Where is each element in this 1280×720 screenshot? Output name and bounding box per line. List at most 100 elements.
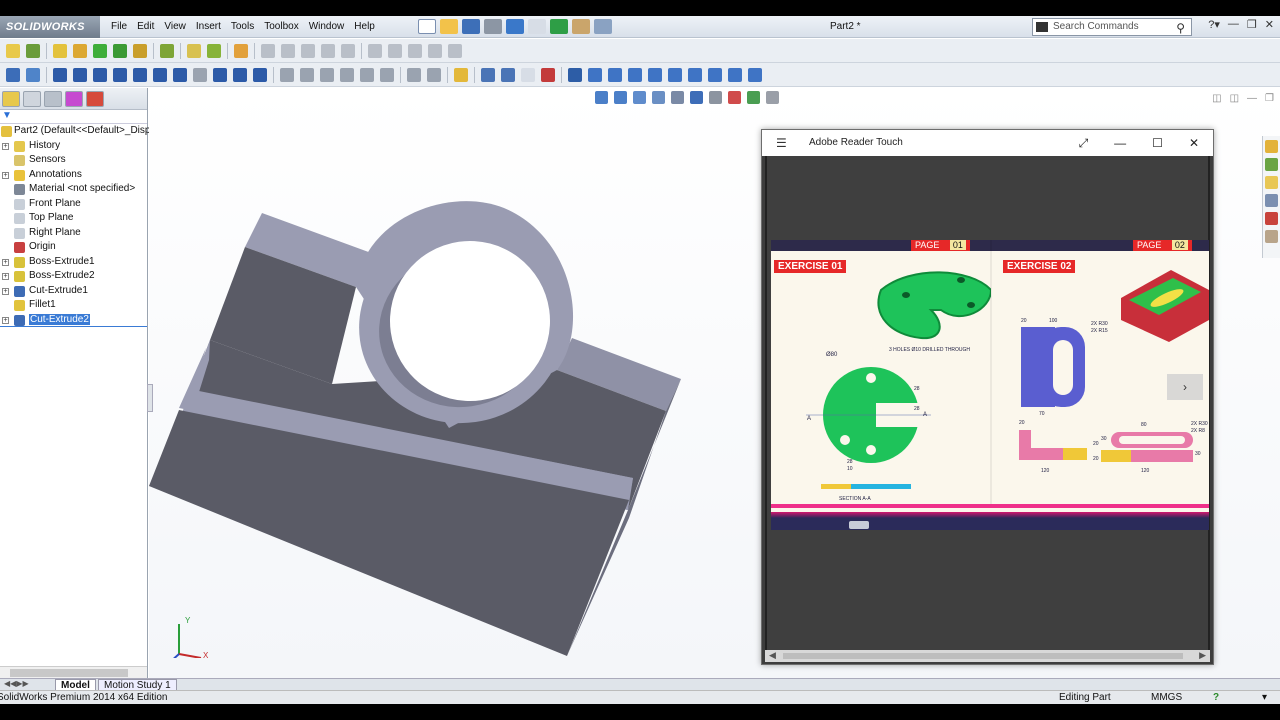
- boss-extrude-icon[interactable]: [53, 43, 67, 58]
- tree-item-boss-extrude1[interactable]: + Boss-Extrude1: [0, 255, 147, 270]
- adobe-scrollbar-thumb[interactable]: [783, 653, 1183, 659]
- open-icon[interactable]: [26, 43, 40, 58]
- solidworks-logo[interactable]: SOLIDWORKS: [0, 16, 100, 38]
- appearances-icon[interactable]: [1265, 212, 1278, 225]
- edit-appearance-icon[interactable]: [728, 91, 741, 104]
- close-icon[interactable]: ✕: [1265, 18, 1274, 31]
- slot-icon[interactable]: [93, 67, 107, 82]
- design-library-icon[interactable]: [1265, 158, 1278, 171]
- view-palette-icon[interactable]: [1265, 194, 1278, 207]
- point-icon[interactable]: [213, 67, 227, 82]
- scroll-left-icon[interactable]: ◀: [769, 650, 776, 661]
- expand-toggle-icon[interactable]: +: [2, 316, 9, 324]
- expand-toggle-icon[interactable]: +: [2, 142, 9, 150]
- bottom-view-icon[interactable]: [688, 67, 702, 82]
- undo-icon[interactable]: [506, 19, 524, 34]
- adobe-close-icon[interactable]: ✕: [1189, 130, 1199, 156]
- chamfer-icon[interactable]: [281, 43, 295, 58]
- hide-show-items-icon[interactable]: [709, 91, 722, 104]
- help-icon[interactable]: ?▾: [1208, 18, 1220, 31]
- tree-item-boss-extrude2[interactable]: + Boss-Extrude2: [0, 269, 147, 284]
- tab-scroll-arrows-icon[interactable]: ◀◀▶▶: [4, 679, 29, 688]
- apply-scene-icon[interactable]: [747, 91, 760, 104]
- dome-icon[interactable]: [388, 43, 402, 58]
- search-commands-field[interactable]: Search Commands ⚲: [1032, 18, 1192, 36]
- menu-insert[interactable]: Insert: [191, 16, 226, 38]
- viewport-minimize-icon[interactable]: —: [1247, 93, 1257, 104]
- menu-file[interactable]: File: [106, 16, 132, 38]
- pdf-document-page[interactable]: PAGE 01 EXERCISE 01 3 HOLES Ø10 DRILLED …: [771, 240, 1209, 530]
- intersect-icon[interactable]: [408, 43, 422, 58]
- rebuild-icon[interactable]: [550, 19, 568, 34]
- menu-tools[interactable]: Tools: [226, 16, 259, 38]
- instant3d-icon[interactable]: [234, 43, 248, 58]
- search-icon[interactable]: ⚲: [1176, 20, 1185, 36]
- tree-item-front-plane[interactable]: Front Plane: [0, 197, 147, 212]
- hole-wizard-icon[interactable]: [448, 43, 462, 58]
- centerline-icon[interactable]: [233, 67, 247, 82]
- smart-dimension-icon[interactable]: [26, 67, 40, 82]
- split-view-icon[interactable]: ◫: [1230, 93, 1239, 104]
- tree-horizontal-scrollbar[interactable]: [0, 666, 147, 678]
- tree-item-annotations[interactable]: + Annotations: [0, 168, 147, 183]
- normal-to-icon[interactable]: [568, 67, 582, 82]
- expand-toggle-icon[interactable]: +: [2, 171, 9, 179]
- menu-help[interactable]: Help: [349, 16, 380, 38]
- fullscreen-icon[interactable]: ⤢: [1079, 130, 1089, 156]
- custom-properties-icon[interactable]: [1265, 230, 1278, 243]
- 3d-part-model[interactable]: Y X: [149, 188, 709, 658]
- tree-item-origin[interactable]: Origin: [0, 240, 147, 255]
- offset-icon[interactable]: [320, 67, 334, 82]
- section-view-icon[interactable]: [652, 91, 665, 104]
- loft-icon[interactable]: [113, 43, 127, 58]
- reference-geometry-icon[interactable]: [187, 43, 201, 58]
- display-style-icon[interactable]: [690, 91, 703, 104]
- tree-item-history[interactable]: + History: [0, 139, 147, 154]
- view-settings-icon[interactable]: [766, 91, 779, 104]
- display-relations-icon[interactable]: [407, 67, 421, 82]
- tree-item-top-plane[interactable]: Top Plane: [0, 211, 147, 226]
- hamburger-menu-icon[interactable]: ☰: [776, 136, 787, 150]
- rapid-sketch-icon[interactable]: [481, 67, 495, 82]
- restore-icon[interactable]: ❐: [1247, 18, 1257, 31]
- revolve-icon[interactable]: [73, 43, 87, 58]
- file-explorer-icon[interactable]: [1265, 176, 1278, 189]
- dimxpert-tab-icon[interactable]: [65, 91, 83, 107]
- isometric-view-icon[interactable]: [708, 67, 722, 82]
- scroll-right-icon[interactable]: ▶: [1199, 650, 1206, 661]
- curves-icon[interactable]: [207, 43, 221, 58]
- next-page-button[interactable]: ›: [1167, 374, 1203, 400]
- quick-snaps-icon[interactable]: [454, 67, 468, 82]
- fillet-sketch-icon[interactable]: [193, 67, 207, 82]
- instant2d-icon[interactable]: [501, 67, 515, 82]
- feature-manager-tab-icon[interactable]: [2, 91, 20, 107]
- mirror-icon[interactable]: [428, 43, 442, 58]
- dimetric-view-icon[interactable]: [748, 67, 762, 82]
- back-view-icon[interactable]: [608, 67, 622, 82]
- menu-toolbox[interactable]: Toolbox: [259, 16, 303, 38]
- expand-toggle-icon[interactable]: +: [2, 273, 9, 280]
- status-overflow-icon[interactable]: ▾: [1262, 691, 1267, 704]
- left-view-icon[interactable]: [628, 67, 642, 82]
- filter-icon[interactable]: ▼: [2, 110, 12, 121]
- select-arrow-icon[interactable]: [528, 19, 546, 34]
- search-scope-icon[interactable]: [1036, 22, 1048, 32]
- pattern-icon[interactable]: [160, 43, 174, 58]
- scrollbar-thumb[interactable]: [10, 669, 128, 677]
- front-view-icon[interactable]: [588, 67, 602, 82]
- convert-entities-icon[interactable]: [300, 67, 314, 82]
- display-manager-tab-icon[interactable]: [86, 91, 104, 107]
- top-view-icon[interactable]: [668, 67, 682, 82]
- fillet-icon[interactable]: [261, 43, 275, 58]
- repair-sketch-icon[interactable]: [427, 67, 441, 82]
- adobe-maximize-icon[interactable]: ☐: [1152, 130, 1163, 156]
- viewport-restore-icon[interactable]: ❐: [1265, 93, 1274, 104]
- linear-pattern-icon[interactable]: [360, 67, 374, 82]
- rectangle-icon[interactable]: [73, 67, 87, 82]
- sketch-icon[interactable]: [6, 67, 20, 82]
- sidebar-collapse-handle[interactable]: [147, 384, 153, 412]
- boundary-icon[interactable]: [133, 43, 147, 58]
- tree-item-fillet1[interactable]: Fillet1: [0, 298, 147, 313]
- file-properties-icon[interactable]: [572, 19, 590, 34]
- trimetric-view-icon[interactable]: [728, 67, 742, 82]
